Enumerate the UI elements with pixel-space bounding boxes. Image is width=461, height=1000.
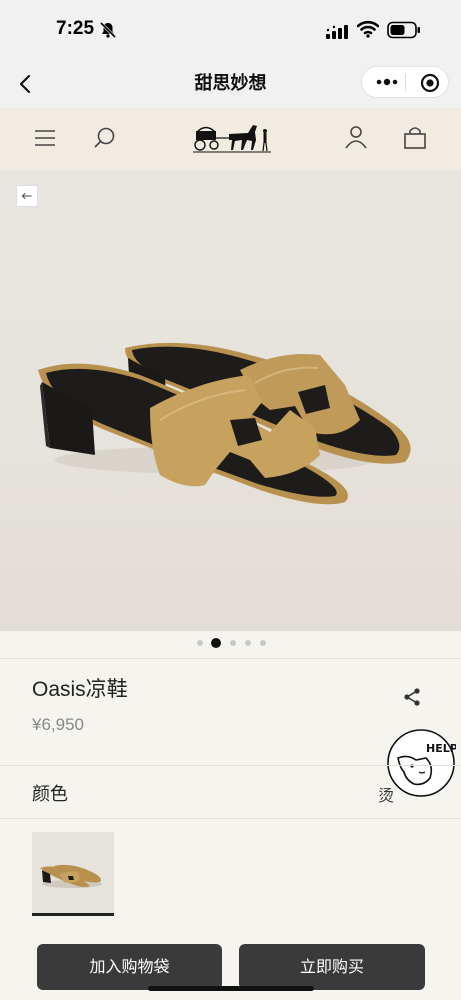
color-selected-text: 烫 bbox=[378, 786, 395, 805]
status-time: 7:25 bbox=[56, 18, 95, 39]
thumbnail-sandal-image bbox=[40, 864, 102, 888]
signal-icon bbox=[326, 25, 348, 39]
add-to-bag-button[interactable]: 加入购物袋 bbox=[37, 944, 222, 990]
help-text: HELP bbox=[426, 742, 456, 755]
gallery-dot[interactable] bbox=[260, 640, 266, 646]
brand-logo-carriage[interactable] bbox=[193, 120, 271, 154]
product-price: ¥6,950 bbox=[32, 715, 84, 734]
small-left-arrow-icon[interactable] bbox=[16, 185, 38, 207]
wifi-icon bbox=[357, 20, 379, 38]
gallery-dot[interactable] bbox=[230, 640, 236, 646]
capsule-divider bbox=[405, 74, 406, 91]
close-target-icon[interactable] bbox=[420, 73, 440, 93]
product-image-area[interactable] bbox=[0, 170, 461, 631]
product-name: Oasis凉鞋 bbox=[32, 678, 128, 701]
buy-now-button[interactable]: 立即购买 bbox=[239, 944, 425, 990]
more-dots-icon[interactable] bbox=[376, 76, 398, 88]
selected-swatch-indicator bbox=[32, 913, 114, 916]
share-icon[interactable] bbox=[402, 687, 422, 707]
divider bbox=[0, 765, 461, 766]
bell-slash-icon bbox=[99, 21, 117, 39]
divider bbox=[0, 658, 461, 659]
gallery-dot[interactable] bbox=[245, 640, 251, 646]
search-icon[interactable] bbox=[91, 124, 119, 152]
gallery-dot-active[interactable] bbox=[211, 638, 221, 648]
product-sandal-image bbox=[38, 342, 411, 505]
color-label: 颜色 bbox=[32, 784, 68, 805]
battery-icon bbox=[387, 21, 420, 39]
home-indicator bbox=[148, 986, 314, 991]
shopping-bag-icon[interactable] bbox=[401, 123, 429, 151]
divider bbox=[0, 818, 461, 819]
color-swatch-thumbnail[interactable] bbox=[32, 832, 114, 914]
gallery-dot[interactable] bbox=[197, 640, 203, 646]
menu-icon[interactable] bbox=[31, 124, 59, 152]
miniprogram-capsule bbox=[361, 66, 449, 98]
help-badge[interactable]: HELP bbox=[386, 728, 456, 798]
account-icon[interactable] bbox=[342, 123, 370, 151]
